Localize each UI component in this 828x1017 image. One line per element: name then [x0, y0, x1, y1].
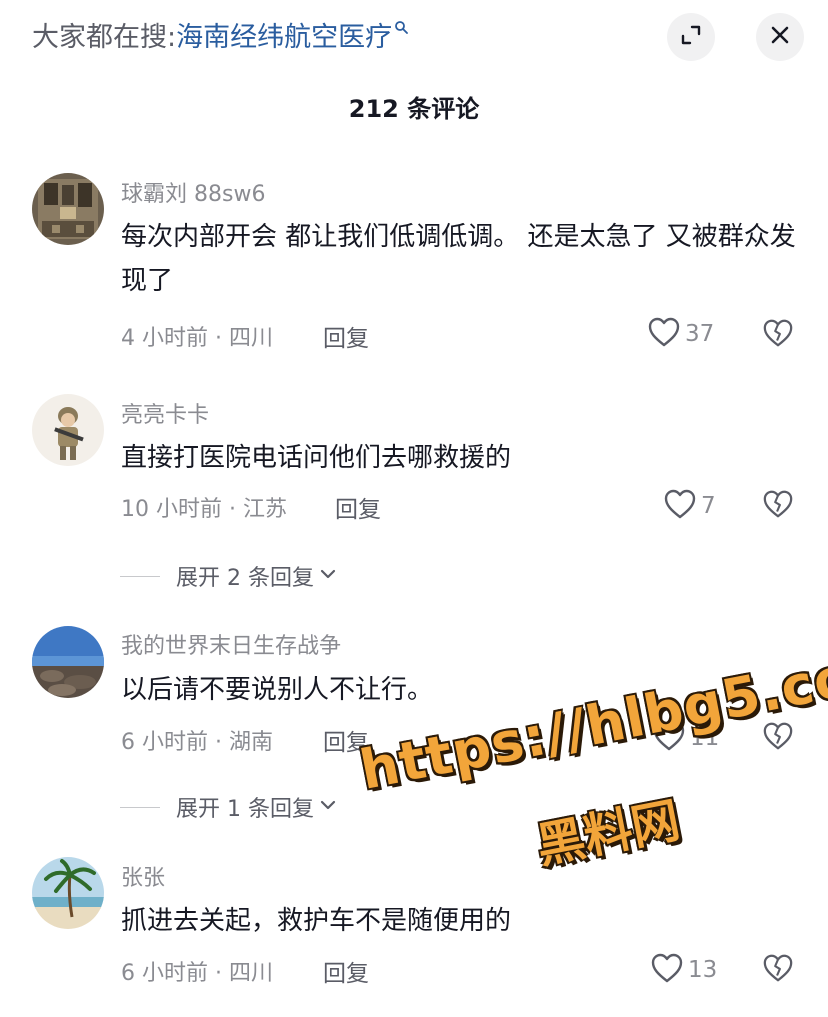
avatar[interactable]	[32, 173, 104, 245]
dislike-button[interactable]	[762, 488, 794, 524]
watermark: https://hlbg5.com 黑料网	[355, 634, 828, 875]
dislike-button[interactable]	[762, 317, 794, 353]
avatar[interactable]	[32, 394, 104, 466]
reply-button[interactable]: 回复	[335, 490, 381, 524]
heart-icon	[647, 316, 681, 352]
comment-username[interactable]: 张张	[121, 860, 165, 892]
like-count: 37	[685, 321, 715, 347]
broken-heart-icon	[762, 319, 794, 353]
comment-username[interactable]: 我的世界末日生存战争	[121, 628, 341, 660]
reply-button[interactable]: 回复	[323, 319, 369, 353]
avatar[interactable]	[32, 626, 104, 698]
comment-text: 每次内部开会 都让我们低调低调。 还是太急了 又被群众发现了	[121, 222, 796, 296]
watermark-url: https://hlbg5.com	[355, 633, 828, 802]
heart-icon	[650, 952, 684, 988]
broken-heart-icon	[762, 954, 794, 988]
comment-username[interactable]: 亮亮卡卡	[121, 397, 209, 429]
comment-meta: 6 小时前 · 湖南	[121, 730, 273, 755]
broken-heart-icon	[762, 490, 794, 524]
search-suggestion[interactable]: 大家都在搜:海南经纬航空医疗	[32, 18, 409, 58]
comment-meta: 6 小时前 · 四川	[121, 961, 273, 986]
comment-count-title: 212 条评论	[348, 95, 480, 123]
expand-replies-button[interactable]: 展开 2 条回复	[120, 560, 338, 592]
divider-line	[120, 806, 160, 808]
chevron-down-icon	[318, 795, 338, 819]
like-count: 13	[688, 957, 718, 983]
heart-icon	[663, 488, 697, 524]
comment-text: 抓进去关起，救护车不是随便用的	[121, 906, 512, 936]
like-button[interactable]: 37	[647, 316, 714, 352]
expand-replies-button[interactable]: 展开 1 条回复	[120, 791, 338, 823]
like-button[interactable]: 7	[663, 488, 716, 524]
dislike-button[interactable]	[762, 952, 794, 988]
like-count: 7	[701, 493, 716, 519]
comment-text: 直接打医院电话问他们去哪救援的	[121, 443, 512, 473]
close-icon	[768, 23, 792, 51]
search-suggestion-term[interactable]: 海南经纬航空医疗	[176, 22, 392, 53]
search-suggestion-prefix: 大家都在搜:	[32, 22, 177, 53]
close-button[interactable]	[756, 13, 804, 61]
avatar[interactable]	[32, 857, 104, 929]
watermark-name: 黑料网	[532, 792, 685, 875]
like-button[interactable]: 13	[650, 952, 717, 988]
search-icon	[394, 6, 409, 34]
expand-replies-label: 展开 1 条回复	[176, 797, 314, 822]
comment-username[interactable]: 球霸刘 88sw6	[121, 176, 265, 208]
reply-button[interactable]: 回复	[323, 954, 369, 988]
comment-meta: 4 小时前 · 四川	[121, 326, 273, 351]
expand-replies-label: 展开 2 条回复	[176, 566, 314, 591]
expand-icon	[679, 23, 703, 51]
chevron-down-icon	[318, 564, 338, 588]
comment-meta: 10 小时前 · 江苏	[121, 497, 287, 522]
top-bar: 大家都在搜:海南经纬航空医疗	[0, 0, 828, 76]
expand-button[interactable]	[667, 13, 715, 61]
divider-line	[120, 575, 160, 577]
